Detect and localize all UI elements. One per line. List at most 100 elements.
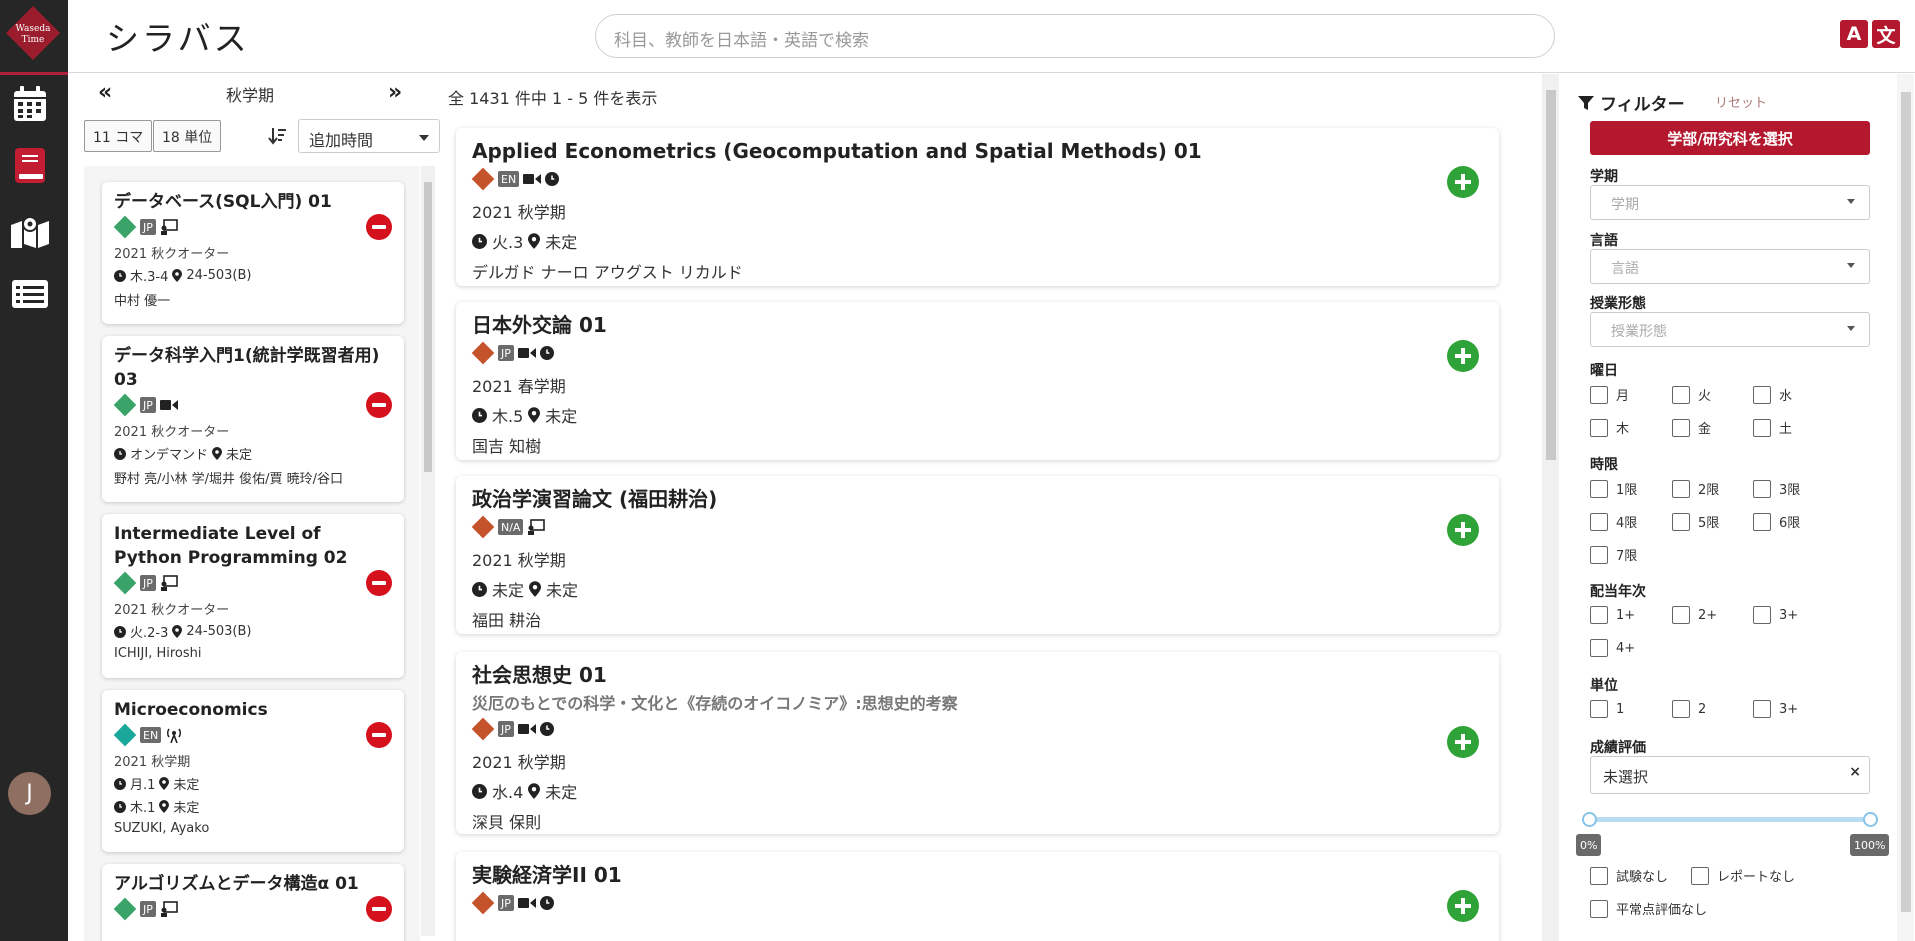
school-badge-icon [471, 341, 495, 365]
waseda-time-logo[interactable]: Waseda Time [2, 2, 64, 64]
add-course-button[interactable] [1447, 726, 1479, 758]
day-checkbox[interactable]: 火 [1672, 385, 1711, 404]
checkbox-box[interactable] [1753, 479, 1771, 498]
results-scrollbar[interactable] [1542, 74, 1559, 941]
sort-select[interactable]: 追加時間 [298, 119, 440, 153]
checkbox-box[interactable] [1753, 385, 1771, 404]
period-checkbox[interactable]: 6限 [1753, 512, 1800, 531]
course-result-card[interactable]: 実験経済学II 01 JP [456, 852, 1499, 941]
remove-course-button[interactable] [366, 392, 392, 418]
add-course-button[interactable] [1447, 514, 1479, 546]
day-checkbox[interactable]: 土 [1753, 418, 1792, 437]
checkbox-box[interactable] [1590, 385, 1608, 404]
day-checkbox[interactable]: 金 [1672, 418, 1711, 437]
period-checkbox[interactable]: 3限 [1753, 479, 1800, 498]
checkbox-box[interactable] [1672, 606, 1690, 624]
scrollbar-thumb[interactable] [424, 182, 432, 472]
slider-max-handle[interactable] [1863, 812, 1878, 827]
remove-course-button[interactable] [366, 722, 392, 748]
year-checkbox[interactable]: 3+ [1753, 606, 1798, 624]
no-attendance-checkbox[interactable]: 平常点評価なし [1590, 899, 1707, 918]
day-checkbox[interactable]: 木 [1590, 418, 1629, 437]
remove-course-button[interactable] [366, 570, 392, 596]
semester-select[interactable]: 学期 [1590, 185, 1870, 220]
checkbox-box[interactable] [1753, 606, 1771, 624]
user-avatar[interactable]: J [8, 772, 51, 815]
checkbox-box[interactable] [1590, 418, 1608, 437]
year-checkbox[interactable]: 2+ [1672, 606, 1717, 624]
prev-semester-button[interactable]: « [98, 80, 112, 105]
checkbox-box[interactable] [1590, 606, 1608, 624]
course-result-card[interactable]: 社会思想史 01 災厄のもとでの科学・文化と《存続のオイコノミア》:思想史的考察… [456, 652, 1499, 834]
search-input[interactable]: 科目、教師を日本語・英語で検索 [595, 14, 1555, 58]
checkbox-box[interactable] [1753, 512, 1771, 531]
class-mode-select[interactable]: 授業形態 [1590, 312, 1870, 347]
select-school-button[interactable]: 学部/研究科を選択 [1590, 121, 1870, 155]
lang-toggle-ja-icon[interactable]: 文 [1872, 20, 1900, 48]
checkbox-box[interactable] [1590, 700, 1608, 718]
course-result-card[interactable]: 政治学演習論文 (福田耕治) N/A 2021 秋学期 未定 未定 福田 耕治 [456, 476, 1499, 634]
day-checkbox[interactable]: 水 [1753, 385, 1792, 404]
year-checkbox[interactable]: 4+ [1590, 639, 1635, 657]
period-checkbox[interactable]: 1限 [1590, 479, 1637, 498]
course-schedule-row: 木.1 未定 [114, 797, 392, 816]
checkbox-box[interactable] [1672, 385, 1690, 404]
checkbox-box[interactable] [1590, 479, 1608, 498]
add-course-button[interactable] [1447, 890, 1479, 922]
period-checkbox[interactable]: 2限 [1672, 479, 1719, 498]
no-report-checkbox[interactable]: レポートなし [1691, 866, 1795, 885]
nav-timetable[interactable] [10, 84, 50, 124]
period-checkbox[interactable]: 7限 [1590, 545, 1637, 564]
checkbox-box[interactable] [1672, 418, 1690, 437]
lang-toggle-en-icon[interactable]: A [1840, 20, 1868, 48]
credit-checkbox[interactable]: 1 [1590, 700, 1624, 718]
added-course-card[interactable]: Intermediate Level of Python Programming… [102, 514, 404, 678]
checkbox-box[interactable] [1590, 866, 1608, 885]
checkbox-box[interactable] [1590, 545, 1608, 564]
year-checkbox[interactable]: 1+ [1590, 606, 1635, 624]
checkbox-box[interactable] [1691, 866, 1709, 885]
credit-checkbox[interactable]: 2 [1672, 700, 1706, 718]
sort-icon[interactable] [268, 126, 286, 146]
checkbox-box[interactable] [1590, 639, 1608, 657]
no-exam-checkbox[interactable]: 試験なし [1590, 866, 1668, 885]
added-course-card[interactable]: データベース(SQL入門) 01 JP 2021 秋クオーター 木.3-4 24… [102, 182, 404, 324]
checkbox-box[interactable] [1753, 418, 1771, 437]
next-semester-button[interactable]: » [388, 80, 402, 105]
nav-campus-map[interactable] [10, 212, 50, 252]
scrollbar-thumb[interactable] [1901, 92, 1911, 912]
checkbox-box[interactable] [1672, 512, 1690, 531]
nav-syllabus[interactable] [10, 146, 50, 186]
checkbox-box[interactable] [1590, 512, 1608, 531]
remove-course-button[interactable] [366, 214, 392, 240]
left-list-scrollbar[interactable] [421, 166, 435, 936]
checkbox-box[interactable] [1590, 899, 1608, 918]
grade-range-slider[interactable] [1590, 817, 1870, 822]
period-checkbox[interactable]: 5限 [1672, 512, 1719, 531]
checkbox-box[interactable] [1672, 479, 1690, 498]
scrollbar-thumb[interactable] [1546, 90, 1556, 460]
course-result-card[interactable]: 日本外交論 01 JP 2021 春学期 木.5 未定 国吉 知樹 [456, 302, 1499, 460]
course-location: 未定 [173, 778, 200, 793]
slider-min-handle[interactable] [1582, 812, 1597, 827]
added-course-card[interactable]: データ科学入門1(統計学既習者用) 03 JP 2021 秋クオーター オンデマ… [102, 336, 404, 502]
checkbox-box[interactable] [1672, 700, 1690, 718]
filter-reset-link[interactable]: リセット [1715, 92, 1767, 111]
filter-scrollbar[interactable] [1897, 74, 1914, 941]
grade-select[interactable]: 未選択 × [1590, 756, 1870, 794]
add-course-button[interactable] [1447, 166, 1479, 198]
language-select[interactable]: 言語 [1590, 249, 1870, 284]
clear-icon[interactable]: × [1849, 764, 1861, 780]
course-icons: JP [471, 717, 1483, 741]
credit-checkbox[interactable]: 3+ [1753, 700, 1798, 718]
nav-feeds[interactable] [10, 274, 50, 314]
day-checkbox[interactable]: 月 [1590, 385, 1629, 404]
period-checkbox[interactable]: 4限 [1590, 512, 1637, 531]
svg-text:Waseda: Waseda [16, 24, 52, 34]
added-course-card[interactable]: Microeconomics EN 2021 秋学期 月.1 未定 木.1 未定… [102, 690, 404, 852]
remove-course-button[interactable] [366, 896, 392, 922]
add-course-button[interactable] [1447, 340, 1479, 372]
course-result-card[interactable]: Applied Econometrics (Geocomputation and… [456, 128, 1499, 286]
checkbox-box[interactable] [1753, 700, 1771, 718]
added-course-card[interactable]: アルゴリズムとデータ構造α 01 JP [102, 864, 404, 941]
